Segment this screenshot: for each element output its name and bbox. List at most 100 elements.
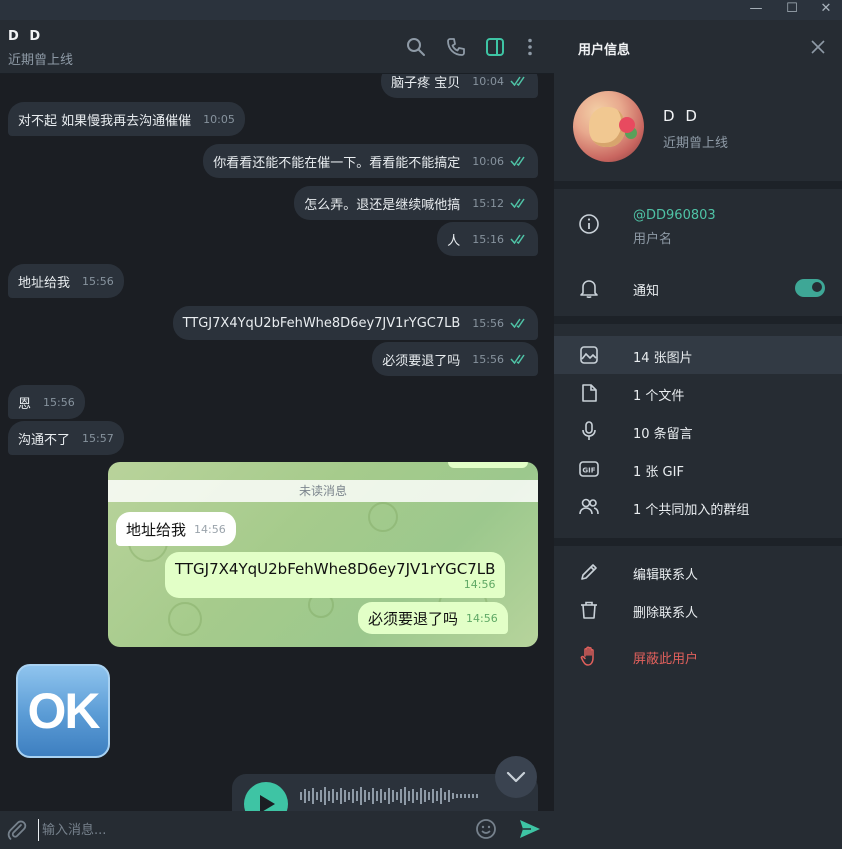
screenshot-time: 14:56 [466, 611, 498, 625]
message-text: 地址给我 [18, 275, 71, 291]
message-text: 人 [447, 233, 461, 249]
media-voice-row[interactable]: 10 条留言 [554, 412, 842, 450]
info-icon [579, 214, 599, 234]
voice-message[interactable] [232, 774, 538, 811]
media-files-row[interactable]: 1 个文件 [554, 374, 842, 412]
message-text: 你看看还能不能在催一下。看看能不能搞定 [213, 155, 461, 171]
media-label: 1 个共同加入的群组 [633, 503, 750, 518]
media-label: 14 张图片 [633, 351, 693, 366]
screenshot-time: 14:56 [194, 522, 226, 536]
scroll-to-bottom-button[interactable] [495, 756, 537, 798]
read-ticks-icon [510, 198, 525, 208]
sidebar-toggle-icon[interactable] [484, 36, 506, 58]
action-label: 编辑联系人 [633, 568, 699, 583]
block-user-row[interactable]: 屏蔽此用户 [554, 637, 842, 675]
avatar-flower [619, 117, 635, 133]
screenshot-image-message[interactable]: 未读消息 地址给我 14:56 TTGJ7X4YqU2bFehWhe8D6ey7… [108, 462, 538, 647]
users-icon [579, 498, 599, 515]
profile-status: 近期曾上线 [663, 136, 729, 151]
screenshot-text: TTGJ7X4YqU2bFehWhe8D6ey7JV1rYGC7LB [175, 559, 496, 578]
message-text: 怎么弄。退还是继续喊他搞 [304, 197, 461, 213]
close-window-button[interactable]: ✕ [810, 0, 842, 20]
chevron-down-icon [506, 771, 526, 783]
message-time: 15:16 [472, 232, 504, 246]
screenshot-bubble: 必须要退了吗 14:56 [358, 602, 508, 634]
message-time: 10:04 [472, 74, 504, 88]
message-text: 对不起 如果慢我再去沟通催催 [18, 113, 192, 129]
message-bubble[interactable]: 怎么弄。退还是继续喊他搞 15:12 [294, 186, 538, 220]
message-text: 沟通不了 [18, 432, 71, 448]
message-bubble[interactable]: 人 15:16 [437, 222, 538, 256]
delete-contact-row[interactable]: 删除联系人 [554, 591, 842, 629]
send-icon[interactable] [518, 818, 542, 840]
doodle-decoration [368, 502, 398, 532]
message-bubble[interactable]: 脑子疼 宝贝 10:04 [381, 74, 538, 98]
screenshot-bubble: TTGJ7X4YqU2bFehWhe8D6ey7JV1rYGC7LB 14:56 [165, 552, 506, 598]
bell-icon [580, 280, 598, 299]
message-list[interactable]: 脑子疼 宝贝 10:04 对不起 如果慢我再去沟通催催 10:05 你看看还能不… [0, 74, 554, 811]
screenshot-bubble: 地址给我 14:56 [116, 512, 236, 546]
phone-icon[interactable] [445, 36, 467, 58]
screenshot-text: 地址给我 [126, 520, 187, 539]
emoji-icon[interactable] [475, 818, 497, 840]
waveform-icon [300, 787, 478, 805]
message-composer [0, 811, 554, 849]
cropped-bubble [448, 462, 528, 468]
panel-title: 用户信息 [578, 43, 631, 58]
message-text: 恩 [18, 396, 32, 412]
chat-panel: D D 近期曾上线 脑子疼 宝贝 10:04 对不起 如果慢我再去沟通催催 10… [0, 20, 554, 849]
media-groups-row[interactable]: 1 个共同加入的群组 [554, 488, 842, 526]
avatar[interactable] [573, 91, 644, 162]
message-text: 脑子疼 宝贝 [391, 75, 461, 91]
username-label: 用户名 [633, 232, 673, 247]
username-value[interactable]: @DD960803 [633, 208, 716, 223]
svg-text:GIF: GIF [582, 467, 595, 475]
attach-icon[interactable] [6, 819, 28, 841]
search-icon[interactable] [405, 36, 427, 58]
message-input[interactable] [38, 819, 458, 841]
more-menu-icon[interactable] [519, 36, 541, 58]
section-divider [554, 538, 842, 546]
ok-sticker[interactable]: OK [16, 664, 110, 758]
peer-name: D D [8, 29, 44, 44]
sticker-label: OK [27, 683, 101, 739]
play-button[interactable] [244, 782, 288, 811]
media-gif-row[interactable]: GIF 1 张 GIF [554, 450, 842, 488]
image-icon [580, 346, 598, 364]
screenshot-text: 必须要退了吗 [368, 609, 459, 628]
screenshot-time: 14:56 [463, 577, 496, 591]
trash-icon [581, 601, 597, 619]
message-time: 15:56 [472, 316, 504, 330]
media-photos-row[interactable]: 14 张图片 [554, 336, 842, 374]
message-bubble[interactable]: 你看看还能不能在催一下。看看能不能搞定 10:06 [203, 144, 538, 178]
file-icon [582, 384, 597, 402]
message-bubble[interactable]: TTGJ7X4YqU2bFehWhe8D6ey7JV1rYGC7LB 15:56 [172, 306, 538, 340]
maximize-button[interactable]: ☐ [776, 0, 808, 20]
user-info-panel: 用户信息 D D 近期曾上线 @DD960803 用户名 通知 14 张图片 1… [554, 20, 842, 849]
read-ticks-icon [510, 234, 525, 244]
message-time: 15:56 [82, 274, 114, 288]
pencil-icon [581, 564, 597, 580]
chat-header[interactable]: D D 近期曾上线 [0, 20, 554, 74]
read-ticks-icon [510, 156, 525, 166]
minimize-button[interactable]: — [740, 0, 772, 20]
message-time: 15:57 [82, 431, 114, 445]
message-text: TTGJ7X4YqU2bFehWhe8D6ey7JV1rYGC7LB [182, 315, 461, 331]
media-label: 1 张 GIF [633, 465, 684, 480]
message-bubble[interactable]: 沟通不了 15:57 [8, 421, 124, 455]
notifications-toggle[interactable] [795, 279, 825, 297]
message-bubble[interactable]: 必须要退了吗 15:56 [372, 342, 538, 376]
action-label: 删除联系人 [633, 606, 699, 621]
message-bubble[interactable]: 恩 15:56 [8, 385, 85, 419]
message-bubble[interactable]: 地址给我 15:56 [8, 264, 124, 298]
read-ticks-icon [510, 76, 525, 86]
edit-contact-row[interactable]: 编辑联系人 [554, 553, 842, 591]
window-titlebar: — ☐ ✕ [0, 0, 842, 20]
message-bubble[interactable]: 对不起 如果慢我再去沟通催催 10:05 [8, 102, 245, 136]
read-ticks-icon [510, 354, 525, 364]
close-icon[interactable] [810, 39, 826, 55]
message-time: 15:12 [472, 196, 504, 210]
gif-icon: GIF [579, 461, 599, 477]
notifications-label: 通知 [633, 284, 660, 299]
action-label: 屏蔽此用户 [633, 652, 699, 667]
